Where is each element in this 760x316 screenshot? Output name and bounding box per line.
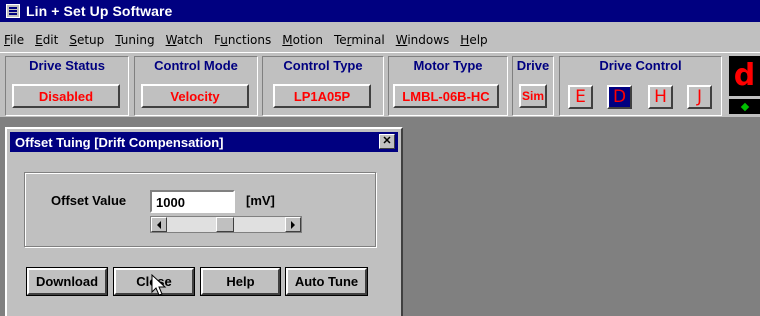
motor-type-group: Motor Type LMBL-06B-HC xyxy=(388,56,508,116)
close-icon[interactable]: ✕ xyxy=(379,134,395,149)
status-toolbar: Drive Status Disabled Control Mode Veloc… xyxy=(0,52,760,117)
offset-unit-label: [mV] xyxy=(246,193,275,208)
menu-bar: File Edit Setup Tuning Watch Functions M… xyxy=(0,29,760,51)
drive-control-group: Drive Control E D H J xyxy=(559,56,722,116)
drive-status-value[interactable]: Disabled xyxy=(12,84,120,108)
slider-right-arrow-icon[interactable] xyxy=(285,217,301,232)
drive-group: Drive Sim xyxy=(512,56,554,116)
menu-edit[interactable]: Edit xyxy=(35,33,58,47)
control-mode-header: Control Mode xyxy=(154,58,238,73)
offset-slider[interactable] xyxy=(150,216,302,233)
menu-motion[interactable]: Motion xyxy=(282,33,323,47)
app-title: Lin + Set Up Software xyxy=(26,3,173,19)
offset-value-input[interactable]: 1000 xyxy=(150,190,235,213)
app-title-bar: Lin + Set Up Software xyxy=(0,0,760,22)
offset-value-label: Offset Value xyxy=(51,193,127,208)
motor-type-header: Motor Type xyxy=(413,58,483,73)
control-type-value[interactable]: LP1A05P xyxy=(273,84,371,108)
control-type-header: Control Type xyxy=(283,58,363,73)
auto-tune-button[interactable]: Auto Tune xyxy=(286,268,367,295)
drive-control-jog-button[interactable]: J xyxy=(687,85,712,109)
control-type-group: Control Type LP1A05P xyxy=(262,56,384,116)
menu-help[interactable]: Help xyxy=(460,33,487,47)
drive-control-disable-button[interactable]: D xyxy=(607,85,632,109)
dialog-title: Offset Tuing [Drift Compensation] xyxy=(15,134,224,150)
led-diamond-icon xyxy=(740,102,749,111)
menu-tuning[interactable]: Tuning xyxy=(115,33,154,47)
download-button[interactable]: Download xyxy=(27,268,107,295)
drive-control-enable-button[interactable]: E xyxy=(568,85,593,109)
drive-ready-led xyxy=(729,99,760,114)
menu-watch[interactable]: Watch xyxy=(166,33,203,47)
mouse-pointer-icon xyxy=(151,274,167,296)
drive-control-header: Drive Control xyxy=(599,58,682,73)
drive-value[interactable]: Sim xyxy=(519,84,547,108)
drive-state-indicator: d xyxy=(729,56,760,96)
menu-windows[interactable]: Windows xyxy=(396,33,450,47)
drive-status-header: Drive Status xyxy=(29,58,105,73)
app-icon[interactable] xyxy=(6,4,20,18)
menu-terminal[interactable]: Terminal xyxy=(334,33,385,47)
control-mode-group: Control Mode Velocity xyxy=(134,56,258,116)
slider-left-arrow-icon[interactable] xyxy=(151,217,167,232)
dialog-title-bar[interactable]: Offset Tuing [Drift Compensation] ✕ xyxy=(10,132,398,152)
motor-type-value[interactable]: LMBL-06B-HC xyxy=(393,84,499,108)
slider-thumb[interactable] xyxy=(216,217,234,232)
menu-setup[interactable]: Setup xyxy=(69,33,104,47)
control-mode-value[interactable]: Velocity xyxy=(141,84,249,108)
drive-header: Drive xyxy=(516,58,550,73)
drive-control-halt-button[interactable]: H xyxy=(648,85,673,109)
drive-status-group: Drive Status Disabled xyxy=(5,56,129,116)
help-button[interactable]: Help xyxy=(201,268,280,295)
menu-functions[interactable]: Functions xyxy=(214,33,271,47)
menu-file[interactable]: File xyxy=(4,33,24,47)
